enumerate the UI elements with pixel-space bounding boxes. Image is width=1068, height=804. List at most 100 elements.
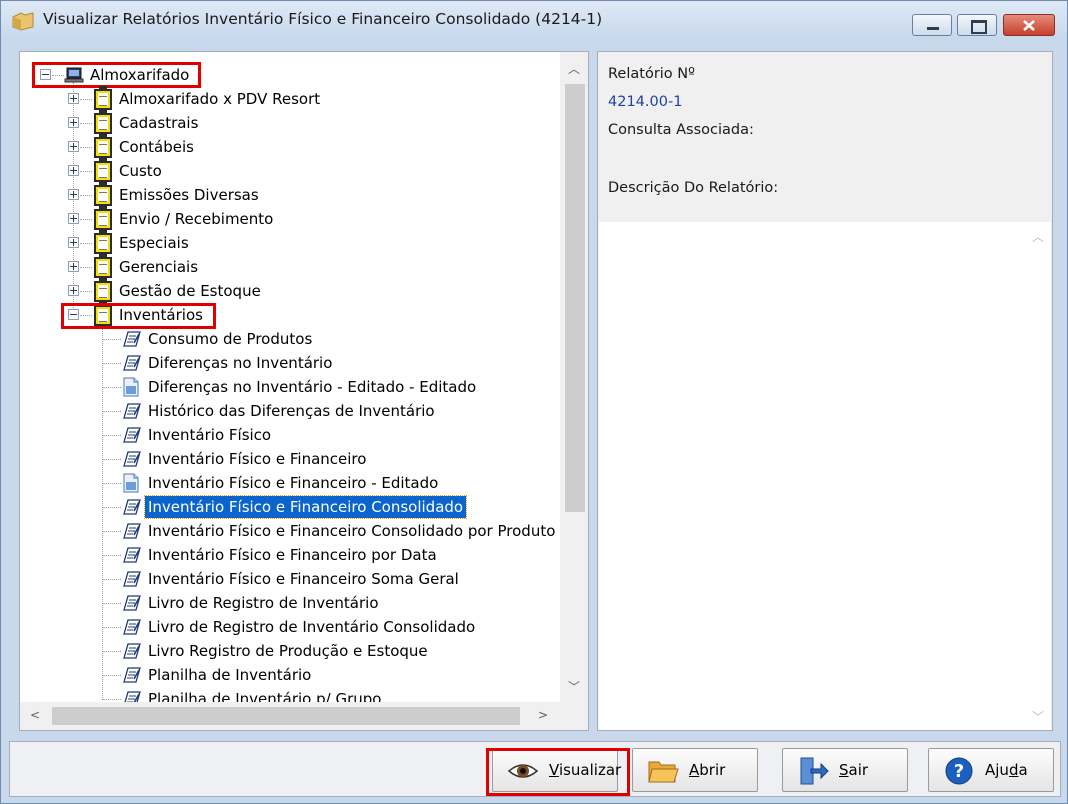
expand-toggle[interactable] [68,165,79,176]
tree-line [103,507,121,508]
tree-report[interactable]: Inventário Físico e Financeiro [20,448,560,470]
report-folder-icon [94,86,112,110]
tree-report[interactable]: Diferenças no Inventário [20,352,560,374]
tree-folder[interactable]: Emissões Diversas [20,182,560,206]
scroll-up-icon[interactable]: ︿ [1032,228,1044,245]
expand-toggle[interactable] [68,93,79,104]
maximize-button[interactable] [957,14,997,36]
vertical-scrollbar[interactable]: ︿ ﹀ [560,52,588,702]
expand-toggle[interactable] [68,213,79,224]
tree-line [80,123,92,124]
report-tree[interactable]: Almoxarifado Almoxarifado x PDV Resort Ca… [19,51,589,731]
expand-toggle[interactable] [68,189,79,200]
expand-toggle[interactable] [68,261,79,272]
close-button[interactable] [1003,14,1055,36]
tree-report[interactable]: Planilha de Inventário [20,664,560,686]
tree-report-label: Inventário Físico e Financeiro Consolida… [148,522,556,540]
tree-report[interactable]: Inventário Físico e Financeiro por Data [20,544,560,566]
tree-folder[interactable]: Especiais [20,230,560,254]
minimize-button[interactable] [912,14,952,36]
tree-folder[interactable]: Gestão de Estoque [20,278,560,302]
tree-report[interactable]: Inventário Físico e Financeiro Consolida… [20,520,560,542]
report-icon [124,691,141,702]
tree-folder[interactable]: Cadastrais [20,110,560,134]
tree-line [103,411,121,412]
vertical-scroll-thumb[interactable] [565,84,585,512]
app-folder-icon [12,12,34,31]
tree-line [103,531,121,532]
report-number-value: 4214.00-1 [608,94,683,110]
tree-line [103,651,121,652]
tree-report[interactable]: Consumo de Produtos [20,328,560,350]
tree-folder[interactable]: Gerenciais [20,254,560,278]
expand-toggle[interactable] [68,237,79,248]
tree-report-label: Diferenças no Inventário [148,354,333,372]
tree-folder[interactable]: Custo [20,158,560,182]
report-icon [123,403,141,419]
scroll-right-icon[interactable]: > [538,708,548,722]
tree-line [103,435,121,436]
report-icon [123,547,141,563]
tree-report-label: Planilha de Inventário [148,666,312,684]
window-title: Visualizar Relatórios Inventário Físico … [43,10,603,28]
tree-folder-label: Almoxarifado x PDV Resort [119,90,321,108]
description-scrollbar[interactable]: ︿ ﹀ [1025,222,1051,730]
tree-folder[interactable]: Envio / Recebimento [20,206,560,230]
svg-text:?: ? [954,761,964,782]
highlight-inventarios [61,303,216,329]
report-folder-icon [94,206,112,230]
tree-line [103,603,121,604]
ajuda-button[interactable]: ? Ajuda [928,748,1054,792]
report-icon [123,499,141,515]
exit-door-icon [800,757,829,785]
tree-report-label: Livro de Registro de Inventário [148,594,379,612]
abrir-button[interactable]: Abrir [632,748,758,792]
tree-report-label: Inventário Físico e Financeiro por Data [148,546,437,564]
report-viewer-window: Visualizar Relatórios Inventário Físico … [0,0,1068,804]
tree-line [80,267,92,268]
tree-report-label: Inventário Físico e Financeiro Soma Gera… [148,570,459,588]
tree-report[interactable]: Inventário Físico e Financeiro Soma Gera… [20,568,560,590]
tree-report[interactable]: Livro de Registro de Inventário [20,592,560,614]
scrollbar-corner [560,702,588,730]
tree-report[interactable]: Planilha de Inventário p/ Grupo [20,688,560,702]
scroll-up-icon[interactable]: ︿ [568,60,580,77]
help-icon: ? [945,757,973,785]
expand-toggle[interactable] [68,117,79,128]
tree-report[interactable]: Inventário Físico [20,424,560,446]
scroll-down-icon[interactable]: ﹀ [568,678,580,695]
action-bar: Visualizar Abrir Sair ? Ajuda [9,741,1061,797]
tree-line [103,555,121,556]
tree-folder[interactable]: Almoxarifado x PDV Resort [20,86,560,110]
description-label: Descrição Do Relatório: [608,180,779,196]
tree-report-selected[interactable]: Inventário Físico e Financeiro Consolida… [20,495,560,519]
tree-report[interactable]: Livro Registro de Produção e Estoque [20,640,560,662]
ajuda-label: Ajuda [985,761,1028,779]
tree-report[interactable]: Histórico das Diferenças de Inventário [20,400,560,422]
tree-report-label: Diferenças no Inventário - Editado - Edi… [148,378,477,396]
horizontal-scrollbar[interactable]: < > [20,702,560,730]
report-icon [123,523,141,539]
title-bar[interactable]: Visualizar Relatórios Inventário Físico … [1,1,1067,41]
tree-line [103,579,121,580]
tree-report[interactable]: Livro de Registro de Inventário Consolid… [20,616,560,638]
tree-folder[interactable]: Contábeis [20,134,560,158]
edited-doc-icon [123,377,139,397]
scroll-down-icon[interactable]: ﹀ [1032,708,1044,725]
tree-line [80,291,92,292]
tree-folder-label: Cadastrais [119,114,199,132]
tree-line [103,483,121,484]
report-number-label: Relatório Nº [608,66,695,82]
horizontal-scroll-thumb[interactable] [52,707,520,725]
description-textarea[interactable]: ︿ ﹀ [599,222,1051,730]
scroll-left-icon[interactable]: < [30,708,40,722]
tree-report[interactable]: Inventário Físico e Financeiro - Editado [20,472,560,494]
tree-content: Almoxarifado Almoxarifado x PDV Resort Ca… [20,52,560,702]
expand-toggle[interactable] [68,285,79,296]
tree-line [80,171,92,172]
tree-report[interactable]: Diferenças no Inventário - Editado - Edi… [20,376,560,398]
sair-button[interactable]: Sair [782,748,908,792]
report-icon [123,331,141,347]
expand-toggle[interactable] [68,141,79,152]
report-folder-icon [94,254,112,278]
